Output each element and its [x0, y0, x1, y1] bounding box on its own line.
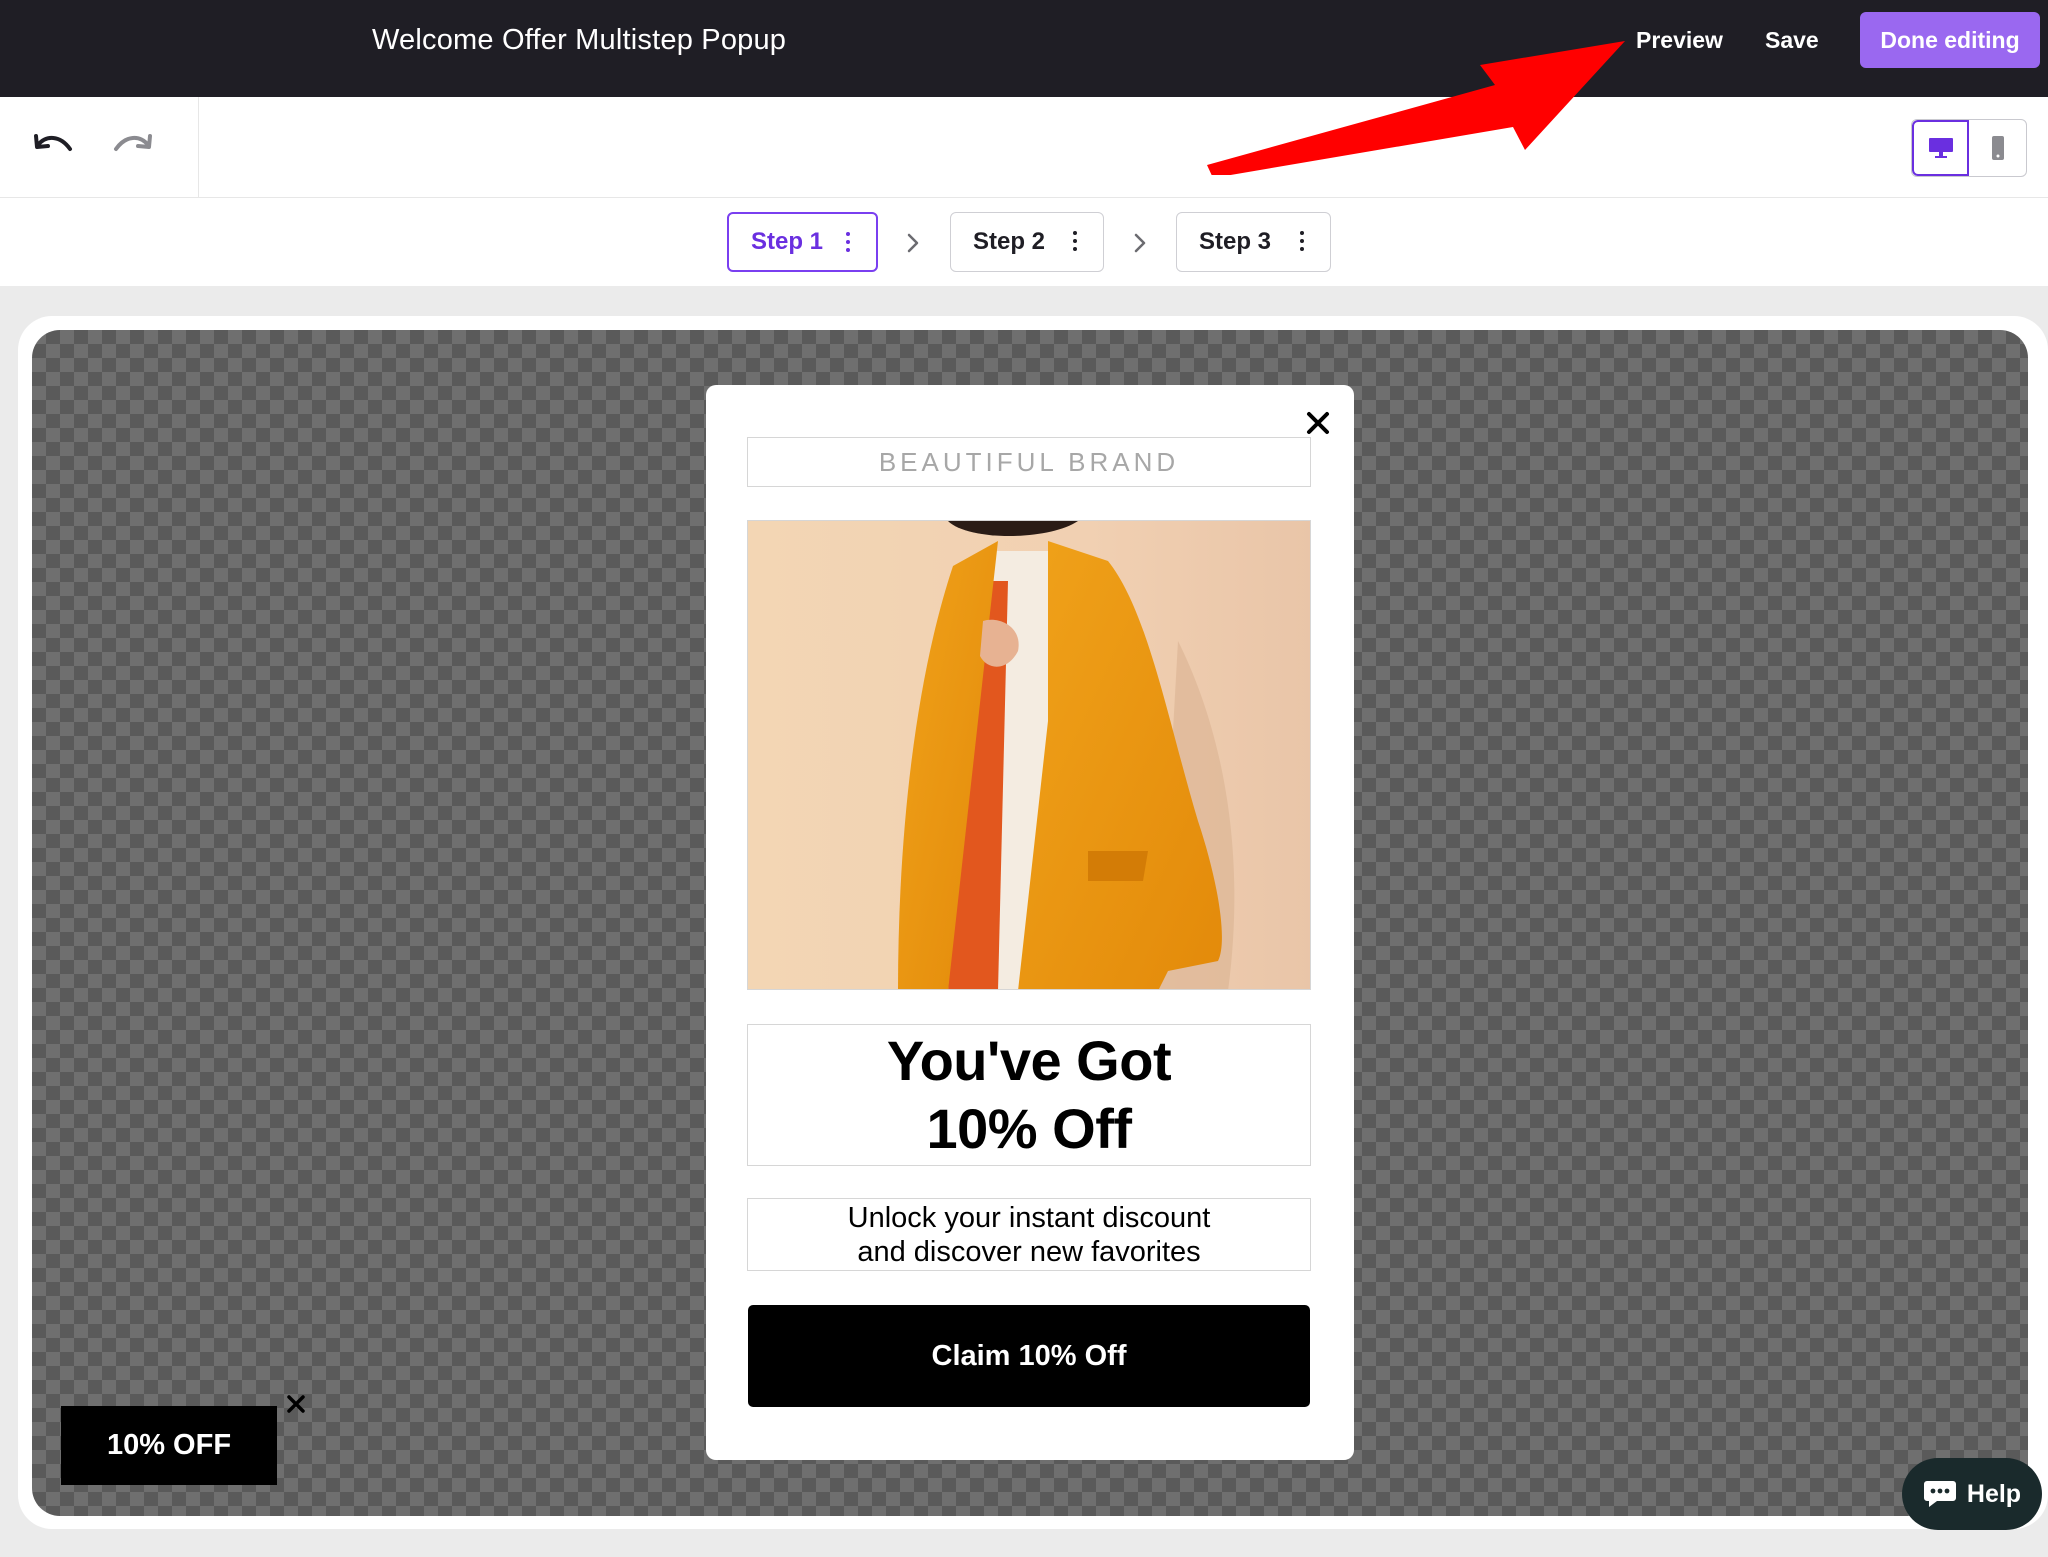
- undo-icon: [34, 134, 72, 151]
- hero-image[interactable]: [747, 520, 1311, 990]
- brand-name[interactable]: BEAUTIFUL BRAND: [747, 437, 1311, 487]
- top-bar: Welcome Offer Multistep Popup Preview Sa…: [0, 0, 2048, 97]
- step-label: Step 1: [751, 228, 824, 255]
- device-toggle: [1911, 119, 2027, 177]
- chat-icon: [1923, 1481, 1956, 1507]
- heading-line-1: You've Got: [886, 1029, 1172, 1092]
- save-button[interactable]: Save: [1765, 22, 1819, 58]
- step-options-icon[interactable]: [1073, 231, 1077, 255]
- step-options-icon[interactable]: [846, 232, 850, 256]
- redo-button[interactable]: [110, 127, 156, 167]
- teaser-button[interactable]: 10% OFF: [61, 1406, 277, 1485]
- annotation-arrow-icon: [1207, 41, 1625, 175]
- tab-step-2[interactable]: Step 2: [950, 212, 1104, 272]
- redo-icon: [114, 134, 152, 151]
- heading-line-2: 10% Off: [926, 1097, 1133, 1160]
- step-label: Step 2: [973, 228, 1046, 255]
- step-label: Step 3: [1199, 228, 1272, 255]
- teaser-close-icon[interactable]: [284, 1392, 308, 1416]
- mobile-icon: [1991, 136, 2004, 160]
- help-button[interactable]: Help: [1902, 1458, 2042, 1530]
- chevron-right-icon: [1134, 233, 1146, 253]
- editor-toolbar: [0, 97, 2048, 198]
- mobile-view-button[interactable]: [1969, 120, 2026, 176]
- subtext-line-1: Unlock your instant discount: [847, 1201, 1211, 1234]
- tab-step-1[interactable]: Step 1: [727, 212, 878, 272]
- help-label: Help: [1966, 1479, 2022, 1508]
- claim-offer-button[interactable]: Claim 10% Off: [748, 1305, 1310, 1407]
- toolbar-divider: [198, 97, 199, 197]
- popup-heading[interactable]: You've Got 10% Off: [747, 1024, 1311, 1166]
- desktop-view-button[interactable]: [1912, 120, 1970, 176]
- fashion-photo-image: [748, 521, 1310, 989]
- undo-button[interactable]: [30, 127, 76, 167]
- step-options-icon[interactable]: [1300, 231, 1304, 255]
- page-title: Welcome Offer Multistep Popup: [372, 24, 787, 56]
- popup-subtext[interactable]: Unlock your instant discount and discove…: [747, 1198, 1311, 1271]
- tab-step-3[interactable]: Step 3: [1176, 212, 1331, 272]
- steps-bar: Step 1 Step 2 Step 3: [0, 198, 2048, 286]
- done-editing-button[interactable]: Done editing: [1860, 12, 2040, 68]
- chevron-right-icon: [907, 233, 919, 253]
- desktop-icon: [1928, 138, 1953, 158]
- popup-close-icon[interactable]: [1300, 405, 1336, 441]
- subtext-line-2: and discover new favorites: [857, 1235, 1201, 1268]
